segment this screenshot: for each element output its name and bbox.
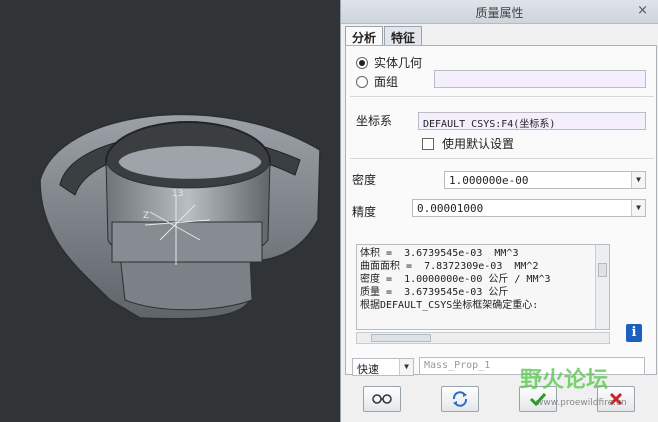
quilt-option[interactable]: 面组 — [356, 73, 398, 90]
divider — [350, 96, 654, 97]
result-surface-area: 曲面面积 = 7.8372309e-03 MM^2 — [360, 261, 539, 272]
repeat-button[interactable] — [441, 386, 479, 412]
density-value: 1.000000e-00 — [449, 174, 529, 187]
analysis-name-placeholder: Mass_Prop_1 — [424, 360, 491, 371]
solid-geometry-label: 实体几何 — [374, 56, 423, 70]
tab-strip: 分析 特征 — [345, 26, 423, 46]
watermark-url: www.proewildfire.cn — [536, 398, 627, 408]
csys-collector[interactable]: DEFAULT_CSYS:F4(坐标系) — [418, 112, 646, 130]
dialog-title: 质量属性 — [475, 6, 524, 20]
watermark-brand: 野火论坛 — [520, 368, 609, 393]
quilt-collector[interactable] — [434, 70, 646, 88]
use-default-option[interactable]: 使用默认设置 — [422, 135, 514, 152]
quilt-label: 面组 — [374, 75, 399, 89]
graphics-window[interactable]: 13 Z — [0, 0, 340, 422]
precision-value: 0.00001000 — [417, 202, 484, 215]
results-box[interactable]: 体积 = 3.6739545e-03 MM^3 曲面面积 = 7.8372309… — [356, 244, 610, 330]
info-icon[interactable]: i — [626, 324, 642, 342]
part-boss — [111, 221, 263, 263]
part-cylinder-inner — [117, 145, 263, 180]
close-icon[interactable]: × — [637, 3, 648, 18]
dialog-titlebar: 质量属性 × — [341, 0, 658, 24]
result-cog-header: 根据DEFAULT_CSYS坐标框架确定重心: — [360, 300, 539, 311]
refresh-icon — [452, 391, 468, 407]
divider — [350, 158, 654, 159]
analysis-panel: 实体几何 面组 坐标系 DEFAULT_CSYS:F4(坐标系) 使用默认设置 … — [345, 45, 657, 376]
solid-geometry-radio[interactable] — [356, 56, 368, 69]
glasses-icon — [372, 394, 392, 404]
result-density: 密度 = 1.0000000e-00 公斤 / MM^3 — [360, 274, 551, 285]
result-mass: 质量 = 3.6739545e-03 公斤 — [360, 287, 509, 298]
tab-feature[interactable]: 特征 — [384, 26, 423, 46]
chevron-down-icon[interactable]: ▼ — [631, 172, 645, 188]
csys-label-x: Z — [143, 211, 149, 221]
csys-label: 坐标系 — [356, 114, 393, 128]
tab-analysis[interactable]: 分析 — [345, 26, 384, 46]
use-default-label: 使用默认设置 — [442, 137, 515, 151]
solid-geometry-option[interactable]: 实体几何 — [356, 54, 422, 71]
density-label: 密度 — [352, 173, 377, 187]
preview-button[interactable] — [363, 386, 401, 412]
chevron-down-icon[interactable]: ▼ — [631, 200, 645, 216]
mass-properties-dialog: 质量属性 × 分析 特征 实体几何 面组 坐标系 DEFAULT_CSYS:F4… — [340, 0, 658, 422]
mode-value: 快速 — [357, 363, 379, 376]
density-field[interactable]: 1.000000e-00 ▼ — [444, 171, 646, 189]
scroll-thumb[interactable] — [598, 263, 607, 277]
precision-label: 精度 — [352, 205, 377, 219]
chevron-down-icon[interactable]: ▼ — [399, 359, 413, 375]
mode-select[interactable]: 快速 ▼ — [352, 358, 414, 376]
precision-field[interactable]: 0.00001000 ▼ — [412, 199, 646, 217]
part-model: 13 Z — [39, 113, 321, 320]
csys-label: 13 — [172, 189, 183, 199]
results-vertical-scrollbar[interactable] — [595, 245, 609, 329]
use-default-checkbox[interactable] — [422, 137, 434, 150]
result-volume: 体积 = 3.6739545e-03 MM^3 — [360, 248, 519, 259]
quilt-radio[interactable] — [356, 75, 368, 88]
part-lower-tab — [119, 254, 253, 311]
results-horizontal-scrollbar[interactable] — [356, 332, 610, 344]
scroll-thumb[interactable] — [371, 334, 431, 342]
